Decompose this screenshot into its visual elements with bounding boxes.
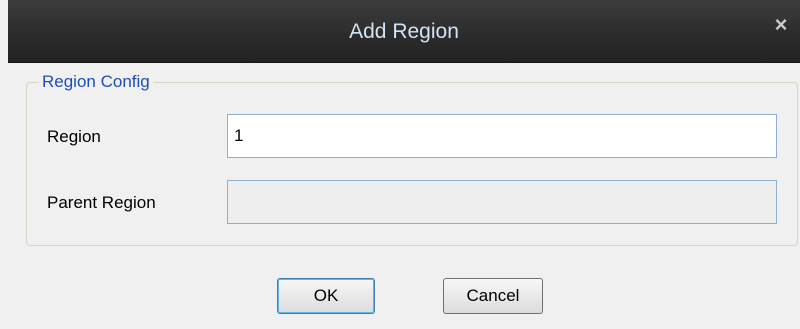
dialog-title: Add Region [349, 20, 459, 43]
ok-button[interactable]: OK [277, 278, 375, 314]
title-bar[interactable]: Add Region × [8, 0, 800, 63]
add-region-dialog: Add Region × Region Config Region Parent… [8, 0, 800, 329]
cancel-button[interactable]: Cancel [443, 278, 543, 314]
parent-region-label: Parent Region [47, 193, 156, 212]
group-legend: Region Config [39, 72, 153, 92]
region-label: Region [47, 127, 101, 146]
region-input[interactable] [227, 114, 777, 158]
close-icon[interactable]: × [768, 12, 794, 38]
parent-region-input[interactable] [227, 180, 777, 224]
